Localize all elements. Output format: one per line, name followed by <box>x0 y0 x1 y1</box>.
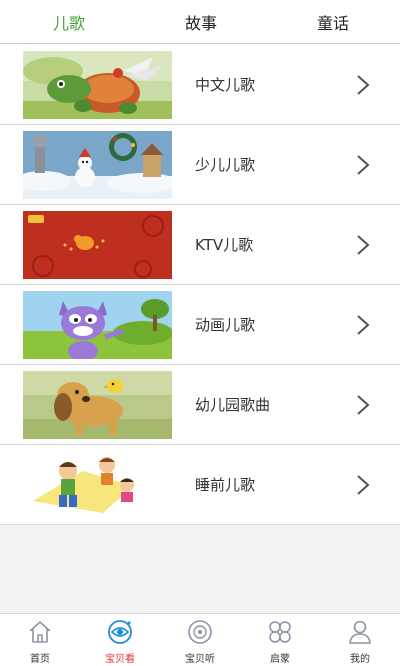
list-item-label: 睡前儿歌 <box>195 476 256 494</box>
christmas-thumbnail <box>23 131 172 199</box>
list-item[interactable]: 幼儿园歌曲 <box>0 365 400 445</box>
disc-icon <box>187 619 213 645</box>
chevron-right-icon <box>356 74 370 96</box>
list-item-label: 动画儿歌 <box>195 316 256 334</box>
nav-baby-watch[interactable]: 宝贝看 <box>80 614 160 666</box>
nav-enlightenment[interactable]: 启蒙 <box>240 614 320 666</box>
eye-icon <box>107 619 133 645</box>
nav-home[interactable]: 首页 <box>0 614 80 666</box>
list-item[interactable]: KTV儿歌 <box>0 205 400 285</box>
nav-baby-listen[interactable]: 宝贝听 <box>160 614 240 666</box>
list-item-label: 中文儿歌 <box>195 76 256 94</box>
chevron-right-icon <box>356 314 370 336</box>
children-playing-thumbnail <box>23 451 172 519</box>
ktv-thumbnail <box>23 211 172 279</box>
chevron-right-icon <box>356 234 370 256</box>
turtle-thumbnail <box>23 51 172 119</box>
list-item[interactable]: 动画儿歌 <box>0 285 400 365</box>
top-tab-bar: 儿歌 故事 童话 <box>0 0 400 44</box>
purple-cat-thumbnail <box>23 291 172 359</box>
nav-label: 宝贝看 <box>105 654 135 665</box>
home-icon <box>27 619 53 645</box>
dog-chick-thumbnail <box>23 371 172 439</box>
category-list: 中文儿歌 少儿儿歌 KTV儿歌 动画儿歌 幼儿园歌曲 睡前儿歌 <box>0 45 400 525</box>
nav-mine[interactable]: 我的 <box>320 614 400 666</box>
chevron-right-icon <box>356 474 370 496</box>
list-item-label: 幼儿园歌曲 <box>195 396 271 414</box>
person-icon <box>347 619 373 645</box>
tab-songs[interactable]: 儿歌 <box>0 0 152 43</box>
nav-label: 首页 <box>30 654 50 665</box>
chevron-right-icon <box>356 154 370 176</box>
list-item-label: 少儿儿歌 <box>195 156 256 174</box>
app-screen: 儿歌 故事 童话 中文儿歌 少儿儿歌 KTV儿歌 动画儿歌 幼儿园歌曲 睡前儿歌… <box>0 0 400 666</box>
tab-fairy-tales[interactable]: 童话 <box>250 0 400 43</box>
list-item[interactable]: 睡前儿歌 <box>0 445 400 525</box>
nav-label: 启蒙 <box>270 654 290 665</box>
nav-label: 我的 <box>350 654 370 665</box>
chevron-right-icon <box>356 394 370 416</box>
list-item-label: KTV儿歌 <box>195 236 254 254</box>
list-item[interactable]: 中文儿歌 <box>0 45 400 125</box>
bottom-navigation: 首页 宝贝看 宝贝听 启蒙 我的 <box>0 613 400 666</box>
list-item[interactable]: 少儿儿歌 <box>0 125 400 205</box>
petals-icon <box>267 619 293 645</box>
tab-stories[interactable]: 故事 <box>152 0 251 43</box>
nav-label: 宝贝听 <box>185 654 215 665</box>
